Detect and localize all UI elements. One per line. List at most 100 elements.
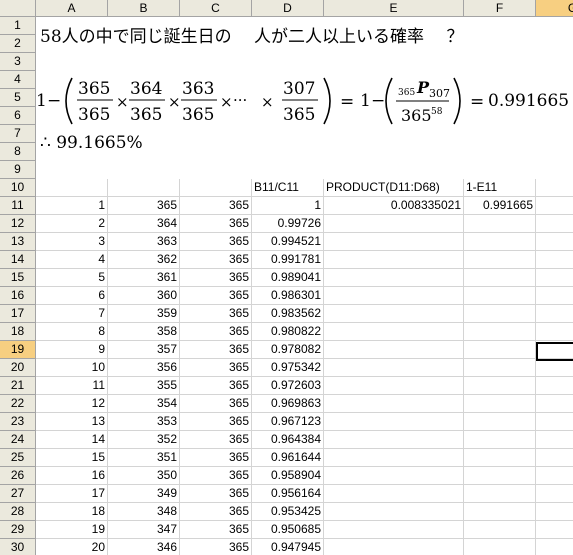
cell-f10[interactable]: 1-E11 [464, 179, 536, 197]
cell-d30[interactable]: 0.947945 [252, 539, 324, 555]
cell-e20[interactable] [324, 359, 464, 377]
cell-d22[interactable]: 0.969863 [252, 395, 324, 413]
cell-g20[interactable] [536, 359, 573, 377]
cell-b21[interactable]: 355 [108, 377, 180, 395]
cell-c13[interactable]: 365 [180, 233, 252, 251]
cell-b26[interactable]: 350 [108, 467, 180, 485]
row-header-9[interactable]: 9 [0, 161, 36, 179]
cell-f13[interactable] [464, 233, 536, 251]
cell-b9[interactable] [108, 161, 180, 179]
cell-f23[interactable] [464, 413, 536, 431]
cell-a30[interactable]: 20 [36, 539, 108, 555]
cell-c8[interactable] [180, 143, 252, 161]
cell-c3[interactable] [180, 53, 252, 71]
cell-e24[interactable] [324, 431, 464, 449]
cell-d27[interactable]: 0.956164 [252, 485, 324, 503]
cell-e23[interactable] [324, 413, 464, 431]
cell-d17[interactable]: 0.983562 [252, 305, 324, 323]
cell-f16[interactable] [464, 287, 536, 305]
cell-e10[interactable]: PRODUCT(D11:D68) [324, 179, 464, 197]
cell-g11[interactable] [536, 197, 573, 215]
cell-a28[interactable]: 18 [36, 503, 108, 521]
cell-d14[interactable]: 0.991781 [252, 251, 324, 269]
cell-a9[interactable] [36, 161, 108, 179]
cell-d8[interactable] [252, 143, 324, 161]
cell-b24[interactable]: 352 [108, 431, 180, 449]
row-header-27[interactable]: 27 [0, 485, 36, 503]
cell-g22[interactable] [536, 395, 573, 413]
cell-c23[interactable]: 365 [180, 413, 252, 431]
row-header-15[interactable]: 15 [0, 269, 36, 287]
cell-g8[interactable] [536, 143, 573, 161]
cell-b19[interactable]: 357 [108, 341, 180, 359]
cell-e25[interactable] [324, 449, 464, 467]
cell-e17[interactable] [324, 305, 464, 323]
cell-c27[interactable]: 365 [180, 485, 252, 503]
cell-e26[interactable] [324, 467, 464, 485]
cell-e12[interactable] [324, 215, 464, 233]
cell-g30[interactable] [536, 539, 573, 555]
cell-a27[interactable]: 17 [36, 485, 108, 503]
cell-a26[interactable]: 16 [36, 467, 108, 485]
cell-a17[interactable]: 7 [36, 305, 108, 323]
row-header-24[interactable]: 24 [0, 431, 36, 449]
cell-a21[interactable]: 11 [36, 377, 108, 395]
cell-b16[interactable]: 360 [108, 287, 180, 305]
cell-d9[interactable] [252, 161, 324, 179]
cell-a23[interactable]: 13 [36, 413, 108, 431]
cell-d3[interactable] [252, 53, 324, 71]
cell-g24[interactable] [536, 431, 573, 449]
row-header-17[interactable]: 17 [0, 305, 36, 323]
row-header-12[interactable]: 12 [0, 215, 36, 233]
row-header-29[interactable]: 29 [0, 521, 36, 539]
column-header-e[interactable]: E [324, 0, 464, 17]
cell-e16[interactable] [324, 287, 464, 305]
cell-a16[interactable]: 6 [36, 287, 108, 305]
column-header-g[interactable]: G [536, 0, 573, 17]
cell-a14[interactable]: 4 [36, 251, 108, 269]
cell-e29[interactable] [324, 521, 464, 539]
row-header-1[interactable]: 1 [0, 17, 36, 35]
row-header-25[interactable]: 25 [0, 449, 36, 467]
cell-d21[interactable]: 0.972603 [252, 377, 324, 395]
cell-f17[interactable] [464, 305, 536, 323]
row-header-18[interactable]: 18 [0, 323, 36, 341]
row-header-22[interactable]: 22 [0, 395, 36, 413]
cell-a29[interactable]: 19 [36, 521, 108, 539]
row-header-26[interactable]: 26 [0, 467, 36, 485]
cell-e22[interactable] [324, 395, 464, 413]
row-header-16[interactable]: 16 [0, 287, 36, 305]
cell-e8[interactable] [324, 143, 464, 161]
cell-g29[interactable] [536, 521, 573, 539]
cell-f14[interactable] [464, 251, 536, 269]
cell-f19[interactable] [464, 341, 536, 359]
cell-b11[interactable]: 365 [108, 197, 180, 215]
cell-f18[interactable] [464, 323, 536, 341]
cell-e21[interactable] [324, 377, 464, 395]
row-header-7[interactable]: 7 [0, 125, 36, 143]
cell-b3[interactable] [108, 53, 180, 71]
cell-c29[interactable]: 365 [180, 521, 252, 539]
cell-b13[interactable]: 363 [108, 233, 180, 251]
cell-f21[interactable] [464, 377, 536, 395]
cell-b10[interactable] [108, 179, 180, 197]
active-cell-selection[interactable] [536, 342, 573, 361]
cell-b25[interactable]: 351 [108, 449, 180, 467]
cell-c26[interactable]: 365 [180, 467, 252, 485]
cell-d13[interactable]: 0.994521 [252, 233, 324, 251]
cell-a22[interactable]: 12 [36, 395, 108, 413]
cell-b29[interactable]: 347 [108, 521, 180, 539]
cell-d11[interactable]: 1 [252, 197, 324, 215]
cell-g3[interactable] [536, 53, 573, 71]
cell-e30[interactable] [324, 539, 464, 555]
cell-f29[interactable] [464, 521, 536, 539]
cell-g10[interactable] [536, 179, 573, 197]
cell-e9[interactable] [324, 161, 464, 179]
cell-b20[interactable]: 356 [108, 359, 180, 377]
cell-f15[interactable] [464, 269, 536, 287]
row-header-23[interactable]: 23 [0, 413, 36, 431]
row-header-6[interactable]: 6 [0, 107, 36, 125]
cell-d26[interactable]: 0.958904 [252, 467, 324, 485]
cell-g26[interactable] [536, 467, 573, 485]
row-header-8[interactable]: 8 [0, 143, 36, 161]
